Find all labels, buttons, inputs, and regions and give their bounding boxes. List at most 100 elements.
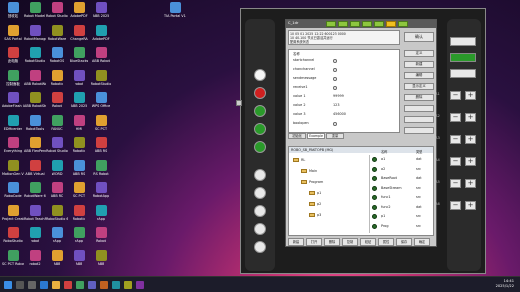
app-icon[interactable] bbox=[124, 281, 132, 289]
variable-row[interactable]: receive1 bbox=[293, 85, 397, 90]
step-back-button[interactable] bbox=[254, 123, 266, 135]
desktop-icon[interactable]: EDMcenter bbox=[2, 114, 24, 131]
list-item[interactable]: BaseStream src bbox=[372, 184, 432, 193]
jog-minus-button[interactable]: − bbox=[450, 157, 461, 166]
soft-key-2[interactable] bbox=[254, 187, 266, 199]
variable-value[interactable]: 123 bbox=[333, 103, 339, 108]
side-button[interactable] bbox=[404, 127, 434, 134]
desktop-icon[interactable]: RoboStudio 6.08 bbox=[46, 204, 68, 221]
desktop-icon[interactable]: RobotWare 6 bbox=[24, 182, 46, 198]
mode-button[interactable] bbox=[450, 53, 476, 62]
browser-icon[interactable] bbox=[40, 281, 48, 289]
mode-button[interactable] bbox=[450, 37, 476, 46]
desktop-icon[interactable]: Robot bbox=[90, 227, 112, 243]
desktop-icon[interactable]: ABB RobotStudio bbox=[24, 92, 46, 108]
variable-row[interactable]: sendmessage bbox=[293, 76, 397, 81]
list-item[interactable]: p1 src bbox=[372, 212, 432, 221]
desktop-icon[interactable]: rApp bbox=[90, 204, 112, 221]
variable-row[interactable]: boolopen bbox=[293, 121, 397, 126]
desktop-icon[interactable]: ABB bbox=[68, 249, 90, 266]
side-button[interactable]: 新建 bbox=[404, 61, 434, 68]
desktop-icon[interactable]: 回收站 bbox=[2, 2, 24, 18]
desktop-icon[interactable]: SC PCT bbox=[90, 114, 112, 131]
status-indicator-1[interactable] bbox=[326, 21, 336, 27]
desktop-icon[interactable]: TIA Portal V14 bbox=[164, 2, 186, 18]
mode-button[interactable] bbox=[450, 69, 476, 78]
search-icon[interactable] bbox=[16, 281, 24, 289]
variable-row[interactable]: value 2 123 bbox=[293, 103, 397, 108]
tab-variables[interactable]: 变量 bbox=[326, 133, 344, 139]
tab-init[interactable]: 初始化 bbox=[288, 133, 306, 139]
desktop-icon[interactable]: HMI bbox=[68, 114, 90, 131]
app-icon[interactable] bbox=[64, 281, 72, 289]
desktop-icon[interactable]: SC PCT RoboCode bbox=[2, 249, 24, 266]
bottom-button[interactable]: 复制 bbox=[342, 238, 358, 246]
bottom-button[interactable]: 粘贴 bbox=[360, 238, 376, 246]
desktop-icon[interactable]: RoboStudio bbox=[2, 227, 24, 243]
desktop-icon[interactable]: RobotApp bbox=[90, 182, 112, 198]
state-radio[interactable] bbox=[333, 122, 337, 126]
desktop-icon[interactable]: Robotic bbox=[68, 204, 90, 221]
desktop-icon[interactable]: ABB Virtual bbox=[24, 159, 46, 176]
jog-plus-button[interactable]: + bbox=[465, 201, 476, 210]
desktop-icon[interactable]: WORD bbox=[46, 159, 68, 176]
state-radio[interactable] bbox=[333, 59, 337, 63]
desktop-icon[interactable]: RoboCode bbox=[2, 182, 24, 198]
confirm-button[interactable]: 确认 bbox=[404, 32, 434, 42]
side-button[interactable]: 显示定义 bbox=[404, 83, 434, 90]
jog-plus-button[interactable]: + bbox=[465, 113, 476, 122]
taskview-icon[interactable] bbox=[28, 281, 36, 289]
soft-key-1[interactable] bbox=[254, 169, 266, 181]
jog-minus-button[interactable]: − bbox=[450, 179, 461, 188]
soft-key-3[interactable] bbox=[254, 205, 266, 217]
folder-icon[interactable] bbox=[52, 281, 60, 289]
list-item[interactable]: BaseRoot dat bbox=[372, 174, 432, 183]
app-icon[interactable] bbox=[88, 281, 96, 289]
bottom-button[interactable]: 确定 bbox=[414, 238, 430, 246]
desktop-icon[interactable]: RobotManage bbox=[24, 24, 46, 41]
windows-start-icon[interactable] bbox=[4, 281, 12, 289]
desktop-icon[interactable]: ChangeRA bbox=[68, 24, 90, 41]
desktop-icon[interactable]: ABB 2025 bbox=[90, 2, 112, 18]
desktop-icon[interactable]: ABB 2025 bbox=[68, 92, 90, 108]
status-indicator-3[interactable] bbox=[350, 21, 360, 27]
bottom-button[interactable]: 属性 bbox=[378, 238, 394, 246]
variable-row[interactable]: startchannel bbox=[293, 58, 397, 63]
bottom-button[interactable]: 保存 bbox=[396, 238, 412, 246]
desktop-icon[interactable]: Robot TeachPendant bbox=[24, 204, 46, 221]
status-indicator-5[interactable] bbox=[374, 21, 384, 27]
desktop-icon[interactable]: Robotic bbox=[68, 137, 90, 153]
tree-node[interactable]: p3 bbox=[309, 212, 321, 218]
variable-row[interactable]: chanchannel bbox=[293, 67, 397, 72]
desktop-icon[interactable]: RobotStudio bbox=[90, 69, 112, 86]
desktop-icon[interactable]: BlueStacks bbox=[68, 47, 90, 63]
pen-button[interactable] bbox=[254, 69, 266, 81]
desktop-icon[interactable]: AdobePDF bbox=[68, 2, 90, 18]
message-window[interactable]: 10 05 01 2025 12:22 600123 0000 10 40.10… bbox=[288, 30, 400, 45]
desktop-icon[interactable]: rApp bbox=[68, 227, 90, 243]
state-radio[interactable] bbox=[333, 86, 337, 90]
stop-button[interactable] bbox=[254, 87, 266, 99]
tree-node[interactable]: RL bbox=[293, 157, 305, 163]
desktop-icon[interactable]: FANUC bbox=[46, 114, 68, 131]
start-button[interactable] bbox=[254, 105, 266, 117]
jog-plus-button[interactable]: + bbox=[465, 135, 476, 144]
app-icon[interactable] bbox=[136, 281, 144, 289]
desktop-icon[interactable]: ABB FlexPendant bbox=[24, 137, 46, 153]
tree-node[interactable]: Program bbox=[301, 179, 323, 185]
variable-row[interactable]: value 3 456000 bbox=[293, 112, 397, 117]
side-button[interactable]: 编辑 bbox=[404, 72, 434, 79]
side-button[interactable]: 删除 bbox=[404, 94, 434, 101]
desktop-icon[interactable]: MotionGen V1.2.0 bbox=[2, 159, 24, 176]
jog-minus-button[interactable]: − bbox=[450, 201, 461, 210]
tree-node[interactable]: Main bbox=[301, 168, 317, 174]
tree-node[interactable]: p2 bbox=[309, 201, 321, 207]
desktop-icon[interactable]: ABB bbox=[90, 249, 112, 266]
desktop-icon[interactable]: ABB bbox=[46, 249, 68, 266]
system-clock[interactable]: 14:41 2025/1/22 bbox=[496, 279, 514, 289]
desktop-icon[interactable]: RobotWare bbox=[46, 24, 68, 41]
app-icon[interactable] bbox=[76, 281, 84, 289]
desktop-icon[interactable]: ABB RS bbox=[68, 159, 90, 176]
side-button[interactable]: 定义 bbox=[404, 50, 434, 57]
status-indicator-4[interactable] bbox=[362, 21, 372, 27]
